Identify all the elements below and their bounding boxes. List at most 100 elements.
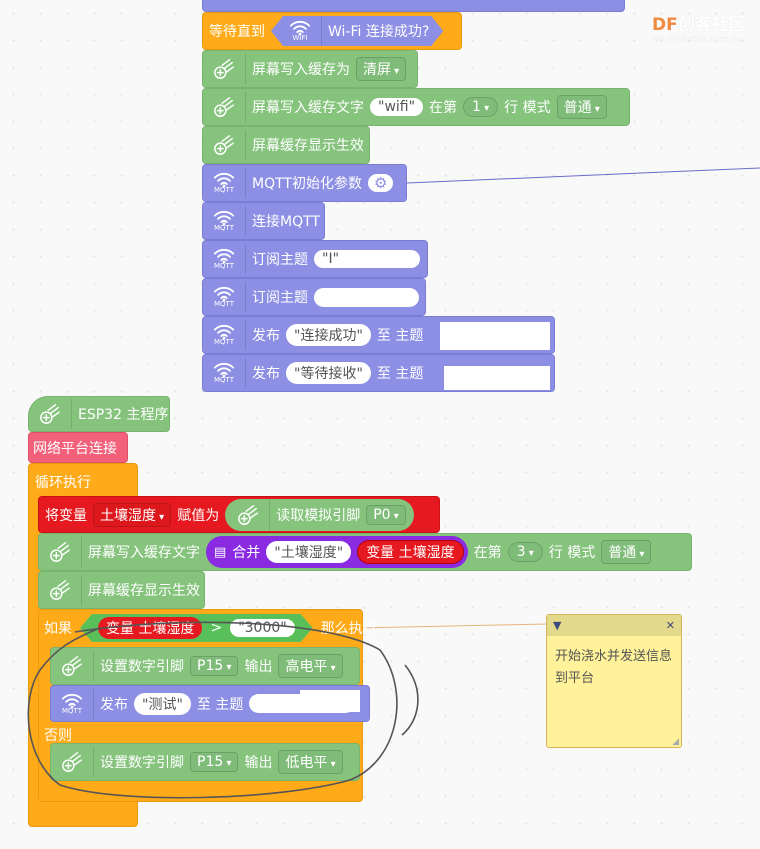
gear-icon[interactable]: ⚙ (367, 174, 394, 192)
publish-label: 发布 (100, 696, 128, 713)
esp32-main-hat[interactable]: ESP32 主程序 (28, 396, 170, 432)
network-connect-block[interactable]: 网络平台连接 (28, 432, 128, 463)
mqtt-icon: MQTT (57, 688, 94, 719)
clear-dropdown[interactable]: 清屏 (356, 57, 407, 81)
join-string-input[interactable]: "土壤湿度" (266, 541, 352, 563)
variable-dropdown[interactable]: 土壤湿度 (93, 502, 172, 527)
oled-icon (233, 499, 271, 530)
subscribe-label: 订阅主题 (252, 290, 308, 306)
wifi-config-block[interactable] (202, 0, 625, 12)
oled-buffer-clear-block[interactable]: 屏幕写入缓存为 清屏 (202, 50, 418, 88)
hat-label: ESP32 主程序 (78, 407, 169, 423)
mqtt-icon: MQTT (209, 168, 246, 198)
comment-header[interactable]: ▼ ✕ (547, 615, 681, 636)
close-icon[interactable]: ✕ (666, 619, 675, 632)
wifi-connected-condition[interactable]: WIFI Wi-Fi 连接成功? (271, 16, 443, 46)
mode-dropdown[interactable]: 普通 (601, 540, 652, 564)
level-dropdown[interactable]: 低电平 (278, 750, 343, 774)
publish-label: 发布 (252, 366, 280, 382)
oled-icon (45, 537, 82, 567)
set-variable-block[interactable]: 将变量 土壤湿度 赋值为 读取模拟引脚 P0 (38, 496, 440, 533)
output-label: 输出 (244, 755, 273, 771)
text-input[interactable]: "wifi" (370, 98, 424, 116)
mqtt-icon: MQTT (209, 244, 246, 274)
redacted-topic (440, 322, 550, 350)
message-input[interactable]: "测试" (134, 692, 191, 715)
oled-buffer-label: 屏幕写入缓存为 (252, 62, 350, 78)
pin-p0-dropdown[interactable]: P0 (366, 504, 406, 525)
to-topic-label: 至 主题 (196, 696, 244, 713)
mode-dropdown[interactable]: 普通 (556, 95, 607, 119)
row-dropdown[interactable]: 1 (463, 97, 499, 117)
compare-condition[interactable]: 变量 土壤湿度 > "3000" (80, 614, 313, 642)
to-topic-label: 至 主题 (376, 328, 424, 344)
subscribe-block-2[interactable]: MQTT 订阅主题 (202, 278, 426, 316)
mqtt-init-block[interactable]: MQTT MQTT初始化参数 ⚙ (202, 164, 407, 202)
row-at-label: 在第 (473, 545, 502, 561)
redacted-topic (300, 690, 360, 712)
oled-text-block[interactable]: 屏幕写入缓存文字 ▤ 合并 "土壤湿度" 变量 土壤湿度 在第 3 行 模式 普… (38, 533, 692, 571)
loop-label: 循环执行 (35, 475, 91, 491)
level-dropdown[interactable]: 高电平 (278, 654, 343, 678)
topic-input[interactable]: "I" (314, 250, 420, 268)
mqtt-connect-block[interactable]: MQTT 连接MQTT (202, 202, 325, 240)
oled-show-label: 屏幕缓存显示生效 (252, 138, 364, 154)
network-connect-label: 网络平台连接 (33, 440, 117, 457)
oled-icon (57, 651, 94, 681)
set-pin-high-block[interactable]: 设置数字引脚 P15 输出 高电平 (50, 647, 360, 685)
then-label: 那么执行 (320, 621, 377, 637)
output-label: 输出 (244, 659, 273, 675)
pin-dropdown[interactable]: P15 (190, 752, 239, 772)
join-label: 合并 (232, 545, 261, 561)
oled-icon (209, 54, 246, 84)
if-label: 如果 (44, 621, 72, 637)
oled-text-label: 屏幕写入缓存文字 (88, 545, 200, 561)
wifi-condition-label: Wi-Fi 连接成功? (328, 24, 430, 40)
row-dropdown[interactable]: 3 (507, 542, 543, 562)
compare-operator: > (210, 620, 223, 636)
variable-reporter[interactable]: 变量 土壤湿度 (357, 540, 464, 564)
compare-value-input[interactable]: "3000" (230, 619, 295, 637)
oled-icon (209, 92, 246, 122)
oled-text-label: 屏幕写入缓存文字 (252, 100, 364, 116)
set-pin-low-block[interactable]: 设置数字引脚 P15 输出 低电平 (50, 743, 360, 781)
oled-show-label: 屏幕缓存显示生效 (88, 583, 200, 599)
read-analog-reporter[interactable]: 读取模拟引脚 P0 (225, 498, 414, 531)
oled-icon (35, 399, 72, 429)
set-pin-label: 设置数字引脚 (100, 755, 184, 771)
collapse-icon[interactable]: ▼ (553, 619, 561, 632)
subscribe-block-1[interactable]: MQTT 订阅主题 "I" (202, 240, 428, 278)
oled-icon (45, 575, 82, 605)
wifi-icon: WIFI (285, 16, 322, 46)
resize-handle-icon[interactable]: ◢ (672, 737, 679, 747)
variable-reporter[interactable]: 变量 土壤湿度 (98, 617, 202, 639)
pin-dropdown[interactable]: P15 (190, 656, 239, 676)
mqtt-connect-label: 连接MQTT (252, 214, 320, 230)
subscribe-label: 订阅主题 (252, 252, 308, 268)
oled-icon (57, 747, 94, 777)
else-label: 否则 (44, 728, 72, 744)
oled-show-block[interactable]: 屏幕缓存显示生效 (38, 571, 205, 609)
to-topic-label: 至 主题 (376, 366, 424, 382)
comment-text[interactable]: 开始浇水并发送信息到平台 (547, 636, 681, 700)
oled-show-block[interactable]: 屏幕缓存显示生效 (202, 126, 370, 164)
mqtt-icon: MQTT (209, 282, 246, 312)
comment-note[interactable]: ▼ ✕ 开始浇水并发送信息到平台 ◢ (546, 614, 682, 748)
wait-until-label: 等待直到 (209, 24, 265, 40)
wait-until-block[interactable]: 等待直到 WIFI Wi-Fi 连接成功? (202, 12, 462, 50)
assign-label: 赋值为 (177, 507, 220, 524)
row-mode-label: 行 模式 (548, 545, 596, 561)
publish-label: 发布 (252, 328, 280, 344)
mqtt-icon: MQTT (209, 206, 246, 236)
join-reporter[interactable]: ▤ 合并 "土壤湿度" 变量 土壤湿度 (206, 536, 468, 568)
topic-input[interactable] (314, 287, 419, 307)
message-input[interactable]: "连接成功" (286, 324, 371, 346)
message-input[interactable]: "等待接收" (286, 362, 371, 384)
if-header: 如果 变量 土壤湿度 > "3000" 那么执行 (44, 612, 377, 644)
oled-icon (209, 130, 246, 160)
row-at-label: 在第 (429, 100, 458, 116)
mqtt-icon: MQTT (209, 358, 246, 388)
redacted-topic (444, 366, 550, 390)
oled-buffer-text-block[interactable]: 屏幕写入缓存文字 "wifi" 在第 1 行 模式 普通 (202, 88, 630, 126)
mqtt-icon: MQTT (209, 320, 246, 350)
